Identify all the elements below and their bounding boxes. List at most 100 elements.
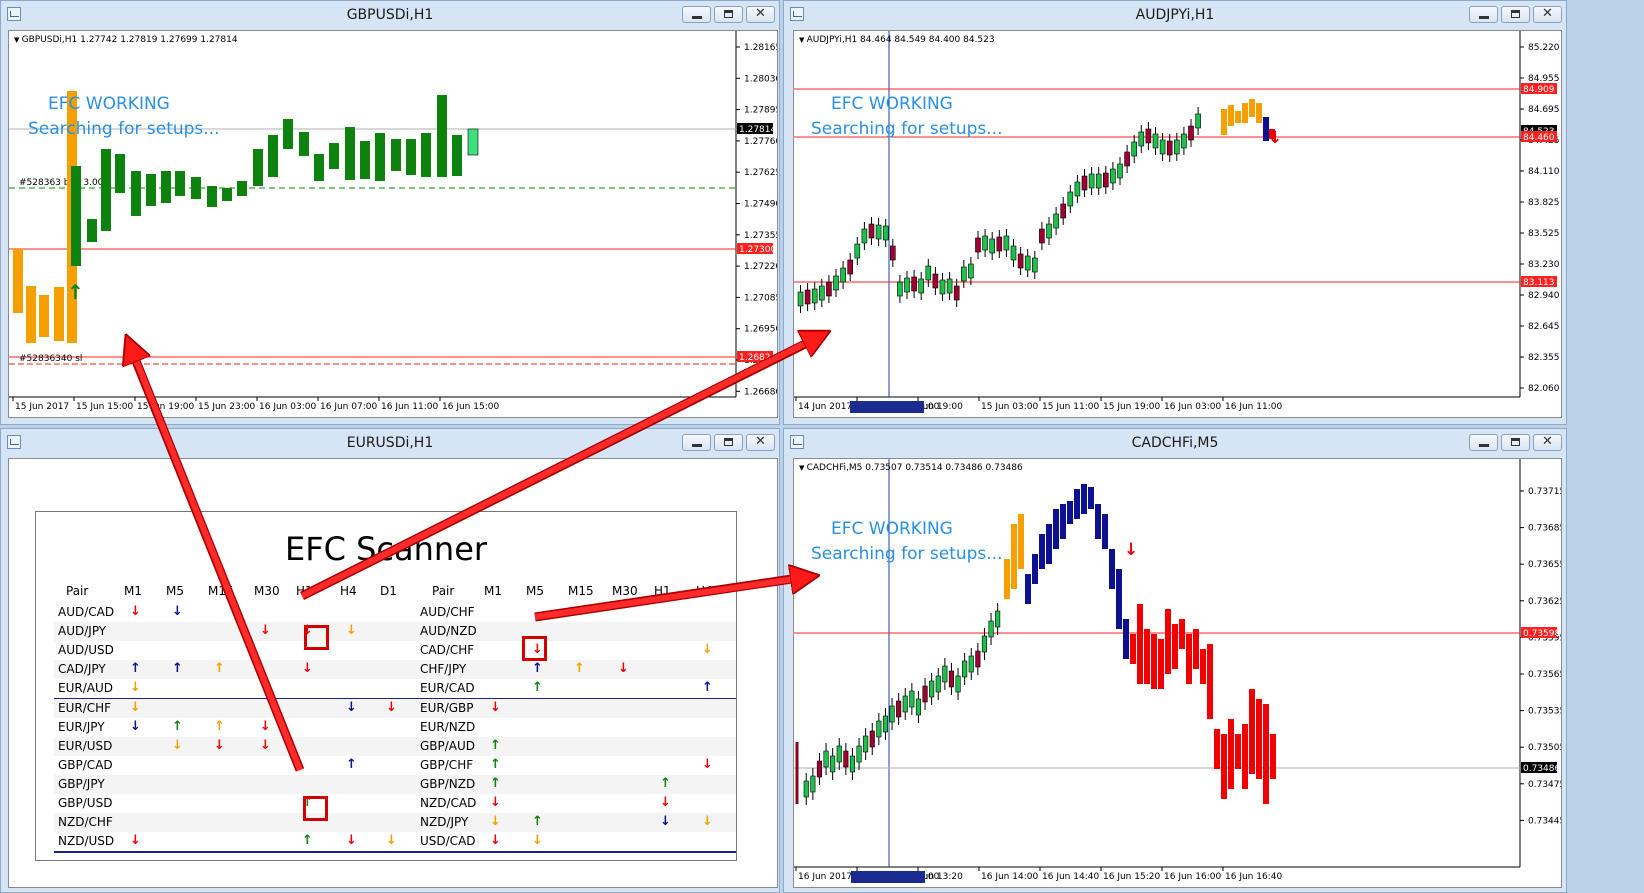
signal-down-arrow-icon: ↓	[260, 623, 271, 639]
price-tick-label: 84.110	[1528, 167, 1560, 177]
close-button[interactable]: ✕	[1533, 6, 1562, 23]
candle-body	[1124, 151, 1130, 167]
chart-window-audjpy[interactable]: AUDJPYi,H1 ✕ 85.22084.95584.69584.42584.…	[783, 0, 1567, 425]
window-titlebar[interactable]: CADCHFi,M5 ✕	[784, 429, 1566, 457]
candle-body	[329, 143, 339, 169]
crosshair-time-box	[850, 401, 924, 413]
signal-down-arrow-icon: ↓	[386, 699, 397, 715]
signal-down-arrow-icon: ↓	[130, 699, 141, 715]
candle-body	[1024, 255, 1031, 271]
candle-body	[854, 243, 861, 259]
maximize-button[interactable]	[714, 6, 743, 23]
scanner-row[interactable]: EUR/JPY EUR/NZD ↓ ↑ ↑ ↓	[54, 717, 736, 739]
candle-body	[868, 223, 875, 239]
chart-window-eurusd[interactable]: EURUSDi,H1 ✕ EFC Scanner Pair M1 M5 M15 M30 H…	[0, 428, 780, 893]
candle-body	[1010, 245, 1017, 261]
maximize-button[interactable]	[1501, 6, 1530, 23]
candle-body	[1053, 213, 1059, 229]
scanner-row[interactable]: GBP/USD NZD/CAD ↑ ↓ ↓	[54, 794, 736, 815]
window-titlebar[interactable]: EURUSDi,H1 ✕	[1, 429, 779, 457]
candle-body	[1256, 699, 1262, 779]
maximize-button[interactable]	[1501, 434, 1530, 451]
candle-body	[925, 265, 932, 281]
candle-body	[939, 279, 946, 295]
chart-window-cadchf[interactable]: CADCHFi,M5 ✕ 0.73715 0.73685 0.73655 0.7362…	[783, 428, 1567, 893]
signal-down-arrow-icon: ↓	[618, 661, 629, 677]
scanner-row[interactable]: GBP/JPY GBP/NZD ↑ ↑	[54, 774, 736, 796]
signal-up-arrow-icon: ↑	[302, 833, 313, 849]
price-tick-label: 0.73565	[1528, 670, 1562, 680]
candle-body	[314, 154, 324, 181]
close-button[interactable]: ✕	[746, 434, 775, 451]
close-button[interactable]: ✕	[1533, 434, 1562, 451]
efc-working-label: EFC WORKING	[48, 94, 170, 114]
candle-body	[1235, 111, 1241, 123]
scanner-row[interactable]: CAD/JPY CHF/JPY ↑ ↑ ↑ ↓ ↑ ↑ ↓	[54, 660, 736, 682]
minimize-button[interactable]	[682, 6, 711, 23]
candle-body	[1173, 139, 1180, 155]
candle-body	[996, 236, 1003, 252]
price-tick-label: 0.73655	[1528, 560, 1562, 570]
scanner-row[interactable]: NZD/CHF NZD/JPY ↓ ↑ ↓ ↓	[54, 813, 736, 835]
candle-body	[360, 141, 370, 179]
buy-order-label: #528363 buy 3.00	[19, 178, 104, 188]
candle-body	[1193, 629, 1199, 669]
scanner-row[interactable]: EUR/AUD EUR/CAD ↓ ↑ ↑	[54, 679, 736, 701]
pair-label: AUD/USD	[58, 643, 114, 658]
pair-label: CHF/JPY	[420, 662, 467, 677]
chart-window-gbpusd[interactable]: GBPUSDi,H1 ✕ 1.28165 1.28030 1.27895 1.2776…	[0, 0, 780, 425]
scanner-row[interactable]: AUD/JPY AUD/NZD ↓ ↓ ↓	[54, 622, 736, 644]
scanner-row[interactable]: NZD/USD USD/CAD ↓ ↑ ↓ ↓ ↓ ↓	[54, 832, 736, 854]
symbol-info: GBPUSDi,H1 1.27742 1.27819 1.27699 1.278…	[14, 35, 238, 45]
scanner-row[interactable]: EUR/CHF EUR/GBP ↓ ↓ ↓ ↓	[54, 698, 736, 720]
signal-down-arrow-icon: ↓	[260, 737, 271, 753]
candle-body	[1003, 235, 1010, 251]
candle-body	[863, 735, 869, 753]
price-chart-audjpy[interactable]: 85.22084.95584.69584.42584.11083.82583.5…	[793, 30, 1562, 418]
candle-body	[1102, 172, 1109, 188]
candle-body	[922, 685, 928, 703]
price-tag-label: 1.27300	[739, 245, 776, 255]
candle-body	[452, 135, 462, 176]
candle-body	[918, 278, 924, 294]
candle-body	[810, 775, 816, 793]
candle-body	[1144, 629, 1150, 684]
pair-label: GBP/CAD	[58, 757, 113, 772]
minimize-button[interactable]	[1469, 6, 1498, 23]
price-chart-gbpusd[interactable]: 1.28165 1.28030 1.27895 1.27760 1.27625 1.274…	[8, 30, 778, 418]
candle-body	[1110, 168, 1116, 184]
price-tag-label: 84.460	[1523, 133, 1555, 143]
candle-body	[345, 127, 355, 180]
candle-body	[1025, 574, 1031, 604]
window-titlebar[interactable]: GBPUSDi,H1 ✕	[1, 1, 779, 29]
candle-body	[1165, 609, 1171, 674]
price-tick-label: 82.645	[1528, 322, 1560, 332]
price-tick-label: 1.26680	[744, 387, 778, 397]
scanner-column-header: Pair	[66, 584, 89, 598]
candle-body	[1228, 105, 1234, 126]
scanner-row[interactable]: AUD/USD CAD/CHF ↓ ↓	[54, 641, 736, 663]
price-tick-label: 1.28165	[744, 43, 778, 53]
price-chart-eurusd[interactable]: EFC Scanner Pair M1 M5 M15 M30 H1 H4 D1 Pair M1 M5…	[8, 458, 778, 888]
signal-up-arrow-icon: ↑	[490, 775, 501, 791]
window-titlebar[interactable]: AUDJPYi,H1 ✕	[784, 1, 1566, 29]
minimize-button[interactable]	[1469, 434, 1498, 451]
scanner-row[interactable]: AUD/CAD AUD/CHF ↓ ↓	[54, 603, 736, 624]
pair-label: GBP/JPY	[58, 776, 105, 791]
time-tick-label: 16 Jun 14:00	[981, 872, 1038, 882]
candle-body	[932, 273, 939, 289]
pair-label: NZD/CAD	[420, 796, 477, 810]
scanner-row[interactable]: EUR/USD GBP/AUD ↓ ↓ ↓ ↑	[54, 736, 736, 758]
maximize-button[interactable]	[714, 434, 743, 451]
price-chart-cadchf[interactable]: 0.73715 0.73685 0.73655 0.73625 0.73595 0.735…	[793, 458, 1562, 888]
signal-down-arrow-icon: ↓	[260, 718, 271, 734]
candle-body	[843, 750, 849, 768]
minimize-button[interactable]	[682, 434, 711, 451]
candle-body	[975, 237, 981, 253]
pair-label: EUR/CHF	[58, 700, 112, 715]
price-tick-label: 83.525	[1528, 229, 1560, 239]
scanner-row[interactable]: GBP/CAD GBP/CHF ↑ ↑ ↓	[54, 755, 736, 777]
price-tick-label: 1.27355	[744, 231, 778, 241]
price-tag-label: 83.113	[1523, 278, 1555, 288]
close-button[interactable]: ✕	[746, 6, 775, 23]
